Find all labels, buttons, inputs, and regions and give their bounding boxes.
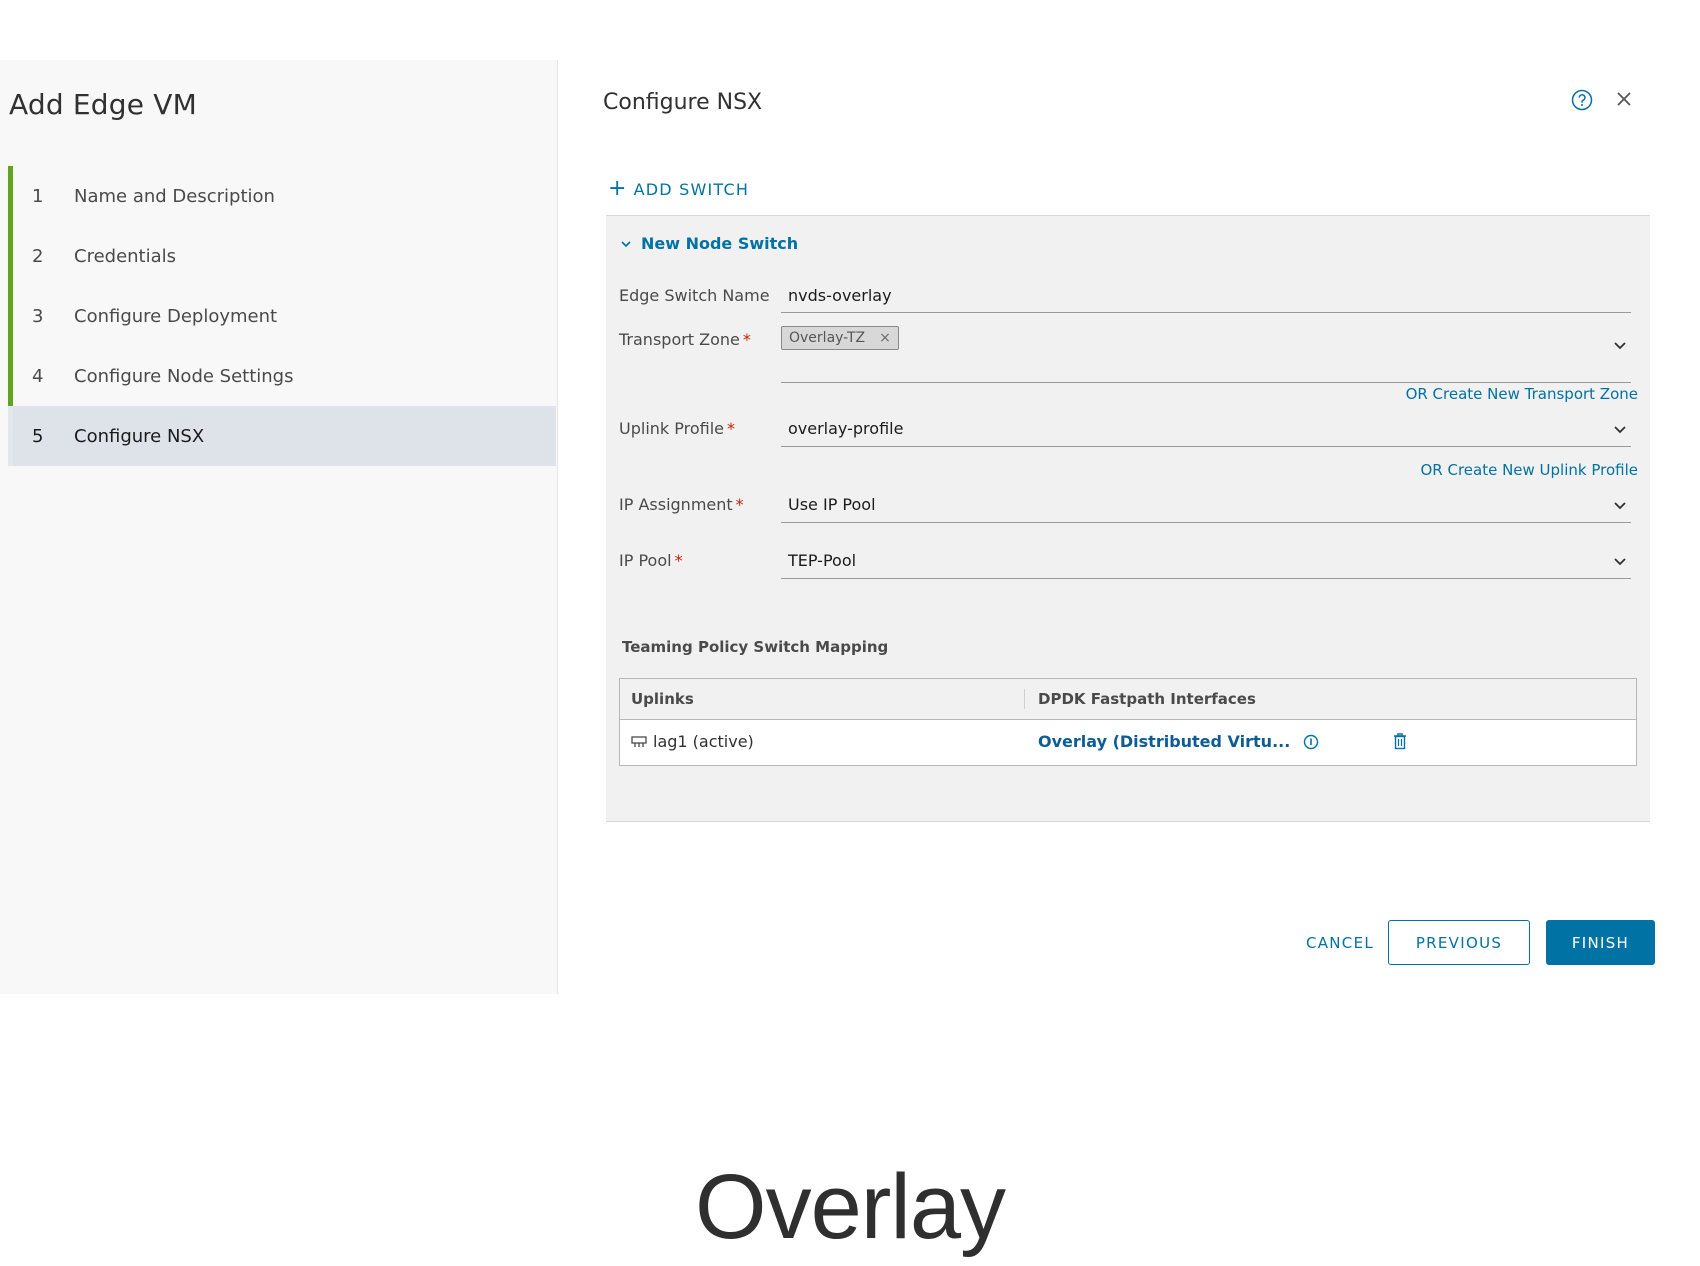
required-marker: * — [742, 330, 751, 349]
info-icon[interactable] — [1303, 734, 1319, 750]
help-icon[interactable] — [1571, 89, 1593, 111]
step-configure-node-settings[interactable]: 4 Configure Node Settings — [8, 346, 556, 406]
slide-caption: Overlay — [695, 1156, 1006, 1258]
uplink-profile-value: overlay-profile — [788, 419, 904, 438]
create-uplink-profile-link[interactable]: OR Create New Uplink Profile — [1420, 461, 1638, 479]
remove-tag-icon[interactable]: × — [879, 330, 891, 346]
edge-switch-name-label: Edge Switch Name — [619, 286, 770, 305]
close-icon[interactable] — [1613, 88, 1635, 110]
step-number: 5 — [32, 425, 44, 447]
wizard-main: Configure NSX + ADD SWITCH New Node Swit… — [558, 60, 1688, 994]
step-label: Configure NSX — [74, 425, 205, 447]
ip-assignment-select[interactable]: Use IP Pool — [781, 486, 1631, 523]
uplink-cell: lag1 (active) — [631, 732, 754, 751]
chevron-down-icon — [1614, 426, 1626, 434]
ip-pool-label: IP Pool * — [619, 551, 683, 570]
ip-pool-value: TEP-Pool — [788, 551, 857, 570]
transport-zone-tag-label: Overlay-TZ — [789, 330, 866, 346]
step-number: 1 — [32, 185, 44, 207]
uplink-profile-select[interactable]: overlay-profile — [781, 410, 1631, 447]
chevron-down-icon — [621, 240, 631, 247]
step-label: Credentials — [74, 245, 177, 267]
transport-zone-label-text: Transport Zone — [619, 330, 740, 349]
finish-button[interactable]: FINISH — [1546, 920, 1655, 965]
ip-assignment-label-text: IP Assignment — [619, 495, 733, 514]
trash-icon[interactable] — [1392, 732, 1408, 750]
create-transport-zone-link[interactable]: OR Create New Transport Zone — [1406, 385, 1638, 403]
table-header: Uplinks DPDK Fastpath Interfaces — [620, 679, 1636, 720]
add-edge-vm-wizard: Add Edge VM 1 Name and Description 2 Cre… — [0, 60, 1688, 994]
add-switch-button[interactable]: + ADD SWITCH — [608, 175, 750, 201]
add-switch-label: ADD SWITCH — [633, 180, 750, 199]
wizard-sidebar: Add Edge VM 1 Name and Description 2 Cre… — [0, 60, 558, 994]
uplink-profile-label: Uplink Profile * — [619, 419, 735, 438]
step-label: Name and Description — [74, 185, 275, 207]
teaming-mapping-table: Uplinks DPDK Fastpath Interfaces lag1 (a… — [619, 678, 1637, 766]
transport-zone-tag: Overlay-TZ × — [781, 326, 899, 350]
step-configure-nsx[interactable]: 5 Configure NSX — [8, 406, 556, 466]
step-name-and-description[interactable]: 1 Name and Description — [8, 166, 556, 226]
step-label: Configure Deployment — [74, 305, 278, 327]
step-credentials[interactable]: 2 Credentials — [8, 226, 556, 286]
required-marker: * — [735, 495, 744, 514]
chevron-down-icon — [1614, 558, 1626, 566]
uplink-profile-label-text: Uplink Profile — [619, 419, 724, 438]
switch-collapse-toggle[interactable]: New Node Switch — [620, 234, 798, 253]
ip-pool-label-text: IP Pool — [619, 551, 672, 570]
node-switch-panel: New Node Switch Edge Switch Name nvds-ov… — [606, 215, 1650, 822]
ip-pool-select[interactable]: TEP-Pool — [781, 542, 1631, 579]
transport-zone-select[interactable]: Overlay-TZ × — [781, 326, 1631, 383]
step-number: 4 — [32, 365, 44, 387]
chevron-down-icon — [1614, 502, 1626, 510]
required-marker: * — [727, 419, 735, 438]
edge-switch-name-label-text: Edge Switch Name — [619, 286, 770, 305]
switch-header-label: New Node Switch — [641, 234, 799, 253]
table-row: lag1 (active) Overlay (Distributed Virtu… — [620, 720, 1636, 764]
transport-zone-label: Transport Zone * — [619, 330, 751, 349]
step-number: 2 — [32, 245, 44, 267]
teaming-policy-title: Teaming Policy Switch Mapping — [622, 638, 889, 656]
wizard-title: Add Edge VM — [9, 88, 197, 121]
column-header-uplinks: Uplinks — [631, 690, 694, 708]
plus-icon: + — [608, 175, 628, 201]
chevron-down-icon[interactable] — [1613, 338, 1627, 352]
dpdk-interface-link[interactable]: Overlay (Distributed Virtu... — [1038, 732, 1290, 751]
previous-button[interactable]: PREVIOUS — [1388, 920, 1530, 965]
uplink-name: lag1 (active) — [653, 732, 754, 751]
lag-icon — [631, 735, 647, 747]
column-divider[interactable] — [1024, 689, 1025, 709]
edge-switch-name-input[interactable]: nvds-overlay — [781, 278, 1631, 313]
edge-switch-name-value: nvds-overlay — [788, 286, 892, 305]
required-marker: * — [674, 551, 683, 570]
step-number: 3 — [32, 305, 44, 327]
wizard-steps: 1 Name and Description 2 Credentials 3 C… — [8, 166, 556, 466]
page-title: Configure NSX — [603, 90, 763, 115]
step-label: Configure Node Settings — [74, 365, 294, 387]
ip-assignment-label: IP Assignment * — [619, 495, 744, 514]
step-configure-deployment[interactable]: 3 Configure Deployment — [8, 286, 556, 346]
column-header-dpdk: DPDK Fastpath Interfaces — [1038, 690, 1256, 708]
ip-assignment-value: Use IP Pool — [788, 495, 876, 514]
